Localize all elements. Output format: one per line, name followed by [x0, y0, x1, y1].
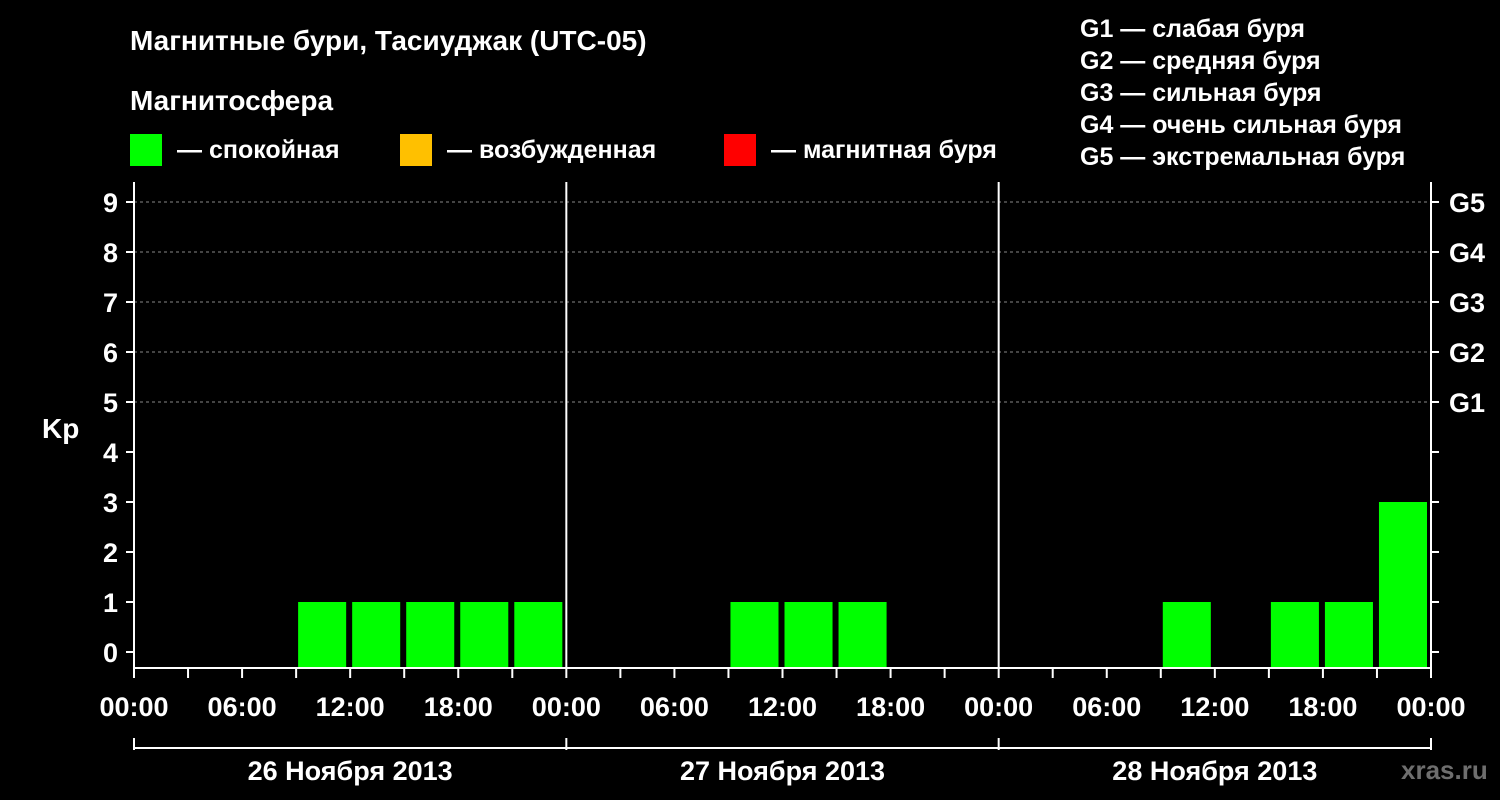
- day-label: 28 Ноября 2013: [1112, 756, 1317, 786]
- g-axis-label: G2: [1449, 338, 1485, 368]
- y-tick-label: 7: [103, 288, 118, 318]
- g-scale-item: G2 — средняя буря: [1080, 47, 1321, 75]
- chart-title: Магнитные бури, Тасиуджак (UTC-05): [130, 25, 647, 56]
- y-tick-label: 6: [103, 338, 118, 368]
- y-tick-label: 2: [103, 538, 118, 568]
- day-label: 26 Ноября 2013: [248, 756, 453, 786]
- x-tick-label: 00:00: [964, 692, 1033, 722]
- legend-label-excited: — возбужденная: [447, 136, 656, 164]
- g-scale-legend: G1 — слабая буря G2 — средняя буря G3 — …: [1080, 15, 1405, 171]
- day-axis: 26 Ноября 2013 27 Ноября 2013 28 Ноября 20…: [133, 738, 1432, 786]
- bar: [784, 602, 833, 668]
- legend-label-storm: — магнитная буря: [771, 136, 997, 164]
- x-tick-label: 00:00: [532, 692, 601, 722]
- y-tick-label: 3: [103, 488, 118, 518]
- kp-chart: Магнитные бури, Тасиуджак (UTC-05) Магни…: [42, 15, 1488, 786]
- bar: [352, 602, 401, 668]
- legend-swatch-quiet: [130, 134, 162, 166]
- y-tick-label: 4: [103, 438, 118, 468]
- g-axis-label: G5: [1449, 188, 1485, 218]
- x-tick-labels: 00:00 06:00 12:00 18:00 00:00 06:00 12:00 18:00…: [99, 692, 1465, 722]
- bar: [460, 602, 509, 668]
- x-tick-label: 18:00: [856, 692, 925, 722]
- watermark: xras.ru: [1401, 755, 1488, 785]
- x-tick-label: 12:00: [748, 692, 817, 722]
- y-tick-label: 1: [103, 588, 118, 618]
- g-axis-label: G4: [1449, 238, 1485, 268]
- g-scale-item: G3 — сильная буря: [1080, 79, 1322, 107]
- legend-swatch-storm: [724, 134, 756, 166]
- legend: — спокойная — возбужденная — магнитная б…: [130, 134, 997, 166]
- bar: [838, 602, 887, 668]
- bar: [1270, 602, 1319, 668]
- g-axis-label: G1: [1449, 388, 1485, 418]
- x-tick-label: 12:00: [1180, 692, 1249, 722]
- gridlines: [134, 201, 1431, 403]
- y-tick-label: 5: [103, 388, 118, 418]
- legend-swatch-excited: [400, 134, 432, 166]
- bars: [298, 502, 1427, 668]
- y-tick-labels: 0 1 2 3 4 5 6 7 8 9: [103, 188, 118, 668]
- x-tick-label: 18:00: [424, 692, 493, 722]
- legend-label-quiet: — спокойная: [177, 136, 340, 164]
- g-scale-item: G4 — очень сильная буря: [1080, 111, 1402, 139]
- bar: [730, 602, 779, 668]
- x-tick-label: 18:00: [1288, 692, 1357, 722]
- legend-header: Магнитосфера: [130, 85, 333, 116]
- x-tick-label: 12:00: [316, 692, 385, 722]
- y-axis-label: Kp: [42, 413, 79, 444]
- bar: [1162, 602, 1211, 668]
- bar: [1324, 602, 1373, 668]
- bar: [514, 602, 563, 668]
- g-scale-item: G5 — экстремальная буря: [1080, 143, 1405, 171]
- bar: [298, 602, 347, 668]
- y-tick-label: 8: [103, 238, 118, 268]
- day-label: 27 Ноября 2013: [680, 756, 885, 786]
- x-tick-label: 06:00: [1072, 692, 1141, 722]
- bar: [1378, 502, 1427, 668]
- x-tick-label: 06:00: [640, 692, 709, 722]
- g-scale-item: G1 — слабая буря: [1080, 15, 1305, 43]
- y-tick-label: 0: [103, 638, 118, 668]
- bar: [406, 602, 455, 668]
- x-tick-label: 06:00: [208, 692, 277, 722]
- x-tick-label: 00:00: [1396, 692, 1465, 722]
- g-axis-labels: G1 G2 G3 G4 G5: [1449, 188, 1485, 418]
- y-tick-label: 9: [103, 188, 118, 218]
- x-tick-label: 00:00: [99, 692, 168, 722]
- g-axis-label: G3: [1449, 288, 1485, 318]
